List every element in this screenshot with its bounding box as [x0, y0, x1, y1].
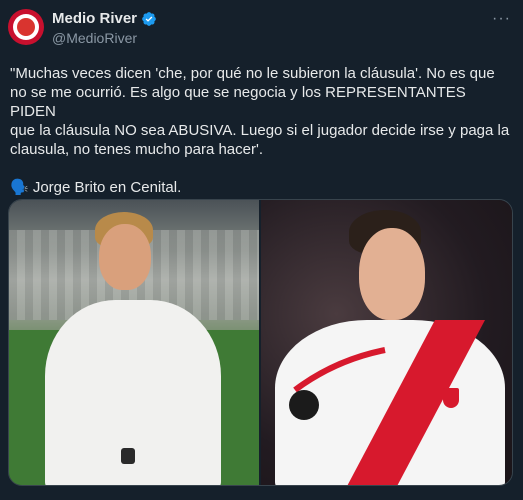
- avatar-face-icon: [17, 18, 35, 36]
- player-head-shape: [359, 228, 425, 320]
- verified-badge-icon: [141, 11, 157, 27]
- more-options-icon[interactable]: ···: [492, 11, 511, 27]
- author-handle[interactable]: @MedioRiver: [52, 29, 157, 47]
- display-name[interactable]: Medio River: [52, 10, 137, 28]
- tweet-text: "Muchas veces dicen 'che, por qué no le …: [10, 65, 510, 196]
- river-crest-icon: [443, 388, 459, 408]
- author-block: Medio River @MedioRiver: [52, 10, 157, 47]
- libertadores-badge-icon: [289, 390, 319, 420]
- watch-icon: [121, 448, 135, 464]
- photo-man-white-shirt[interactable]: [9, 200, 259, 485]
- name-row: Medio River: [52, 10, 157, 28]
- head-shape: [99, 224, 151, 290]
- photo-player-river-jersey[interactable]: [261, 200, 512, 485]
- avatar[interactable]: [8, 9, 44, 45]
- tweet-media[interactable]: [8, 199, 513, 486]
